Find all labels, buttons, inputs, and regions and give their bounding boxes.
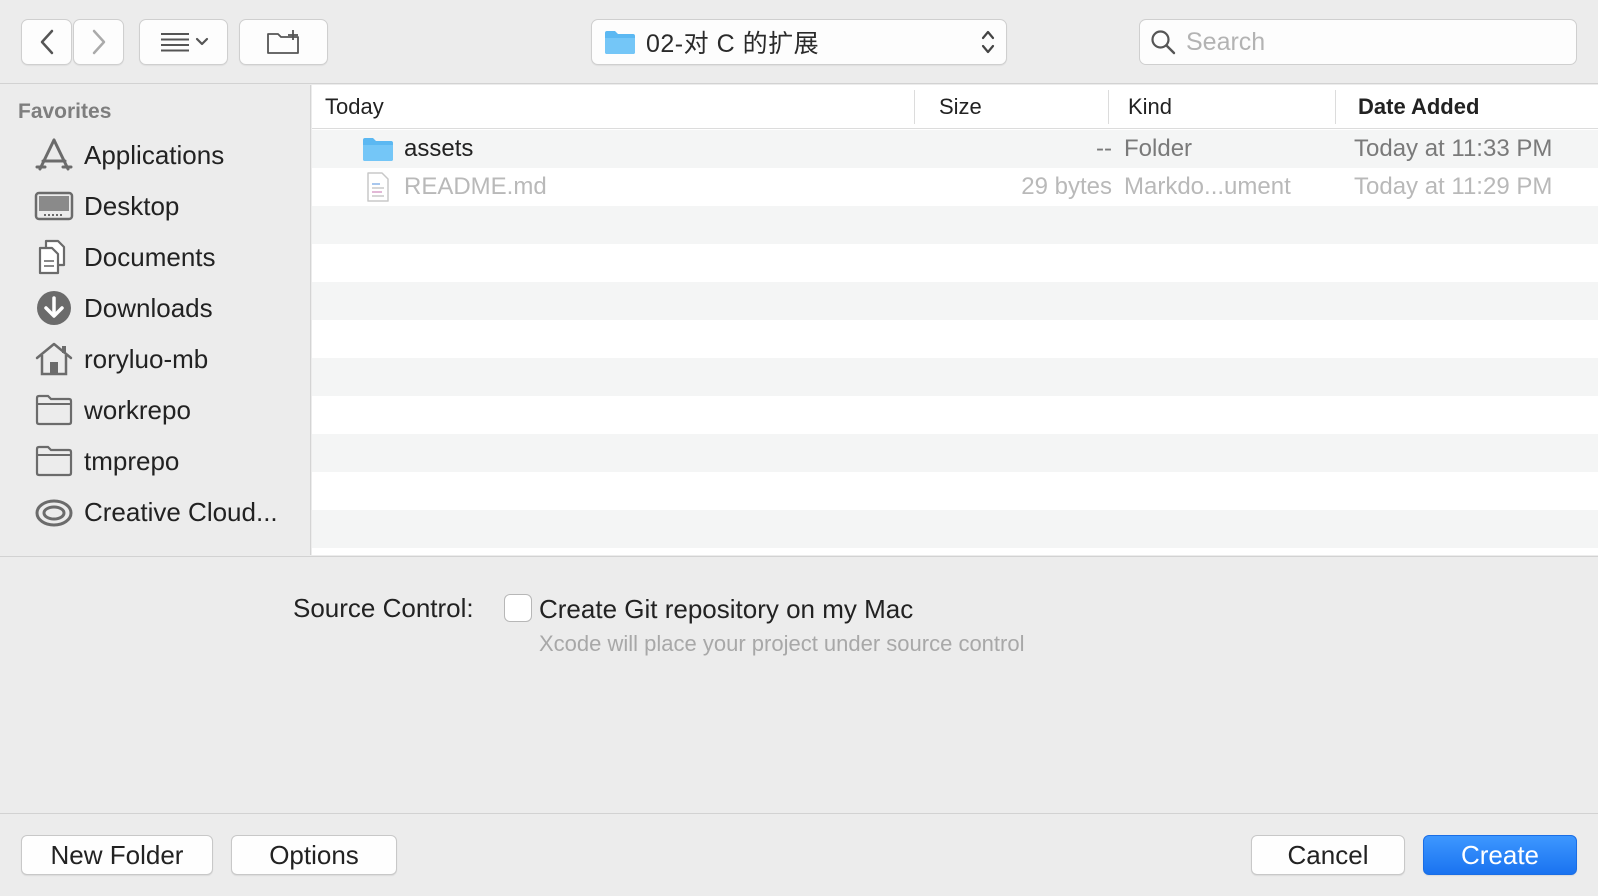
chevron-right-icon — [92, 29, 105, 55]
sidebar-item-label: workrepo — [84, 394, 191, 425]
source-control-hint: Xcode will place your project under sour… — [539, 631, 1025, 656]
downloads-icon — [34, 290, 74, 326]
new-folder-icon — [266, 30, 299, 54]
folder-icon — [605, 31, 635, 54]
column-divider[interactable] — [1108, 90, 1109, 124]
folder-icon — [34, 392, 74, 428]
create-git-repo-checkbox[interactable] — [504, 594, 532, 622]
path-label: 02-对 C 的扩展 — [646, 30, 820, 58]
toolbar: 02-对 C 的扩展 — [0, 0, 1598, 84]
empty-row — [312, 396, 1598, 434]
sidebar-heading-favorites: Favorites — [18, 100, 112, 123]
folder-icon — [362, 130, 394, 168]
view-options-button[interactable] — [139, 19, 228, 65]
source-control-label: Source Control: — [293, 593, 474, 623]
table-row[interactable]: assets -- Folder Today at 11:33 PM — [312, 130, 1598, 168]
home-icon — [34, 341, 74, 377]
empty-row — [312, 206, 1598, 244]
file-browser: Today Size Kind Date Added assets -- Fol… — [312, 85, 1598, 555]
file-kind: Markdo...ument — [1124, 173, 1291, 200]
new-folder-toolbar-button[interactable] — [239, 19, 328, 65]
sidebar-item-home[interactable]: roryluo-mb — [0, 337, 310, 381]
creative-cloud-icon — [34, 494, 74, 530]
sidebar-item-desktop[interactable]: Desktop — [0, 184, 310, 228]
path-popup[interactable]: 02-对 C 的扩展 — [591, 19, 1007, 65]
cancel-button[interactable]: Cancel — [1251, 835, 1405, 875]
sidebar-item-label: tmprepo — [84, 445, 180, 476]
file-rows: assets -- Folder Today at 11:33 PM READM… — [312, 130, 1598, 555]
column-header-date-added[interactable]: Date Added — [1358, 85, 1479, 129]
sidebar-item-label: Documents — [84, 241, 216, 272]
empty-row — [312, 320, 1598, 358]
file-size: 29 bytes — [1021, 173, 1112, 200]
list-view-icon — [160, 33, 208, 52]
search-icon — [1151, 30, 1176, 55]
bottom-bar: New Folder Options Cancel Create — [0, 813, 1598, 896]
sidebar-item-creative-cloud[interactable]: Creative Cloud... — [0, 490, 310, 534]
column-divider[interactable] — [1335, 90, 1336, 124]
sidebar-item-label: Desktop — [84, 190, 180, 221]
file-size: -- — [1096, 135, 1112, 162]
sidebar-item-applications[interactable]: Applications — [0, 133, 310, 177]
sidebar: Favorites Applications Desktop Documents… — [0, 85, 311, 555]
empty-row — [312, 434, 1598, 472]
sidebar-item-label: roryluo-mb — [84, 343, 209, 374]
search-field[interactable] — [1139, 19, 1577, 65]
column-header-size[interactable]: Size — [939, 85, 982, 129]
create-button[interactable]: Create — [1423, 835, 1577, 875]
column-header-kind[interactable]: Kind — [1128, 85, 1172, 129]
column-header: Today Size Kind Date Added — [312, 85, 1598, 129]
file-kind: Folder — [1124, 135, 1193, 162]
documents-icon — [34, 239, 74, 275]
empty-row — [312, 472, 1598, 510]
create-git-repo-label[interactable]: Create Git repository on my Mac — [539, 594, 913, 625]
empty-row — [312, 244, 1598, 282]
back-button[interactable] — [21, 19, 72, 65]
file-name: assets — [404, 135, 474, 162]
source-control-panel: Source Control: Create Git repository on… — [0, 556, 1598, 813]
file-date-added: Today at 11:33 PM — [1354, 135, 1553, 162]
forward-button[interactable] — [73, 19, 124, 65]
sidebar-item-downloads[interactable]: Downloads — [0, 286, 310, 330]
sidebar-item-label: Applications — [84, 139, 225, 170]
sidebar-item-tmprepo[interactable]: tmprepo — [0, 439, 310, 483]
file-date-added: Today at 11:29 PM — [1354, 173, 1553, 200]
search-input[interactable] — [1186, 27, 1566, 57]
empty-row — [312, 510, 1598, 548]
chevron-left-icon — [40, 29, 53, 55]
document-icon — [366, 168, 390, 206]
applications-icon — [34, 137, 74, 173]
empty-row — [312, 358, 1598, 396]
stepper-icon — [981, 30, 995, 54]
desktop-icon — [34, 188, 74, 224]
folder-icon — [34, 443, 74, 479]
new-folder-button[interactable]: New Folder — [21, 835, 213, 875]
empty-row — [312, 282, 1598, 320]
sidebar-item-workrepo[interactable]: workrepo — [0, 388, 310, 432]
column-header-name[interactable]: Today — [325, 85, 384, 129]
sidebar-item-label: Creative Cloud... — [84, 496, 278, 527]
column-divider[interactable] — [914, 90, 915, 124]
table-row[interactable]: README.md 29 bytes Markdo...ument Today … — [312, 168, 1598, 206]
file-name: README.md — [404, 173, 547, 200]
sidebar-item-label: Downloads — [84, 292, 213, 323]
options-button[interactable]: Options — [231, 835, 397, 875]
sidebar-item-documents[interactable]: Documents — [0, 235, 310, 279]
